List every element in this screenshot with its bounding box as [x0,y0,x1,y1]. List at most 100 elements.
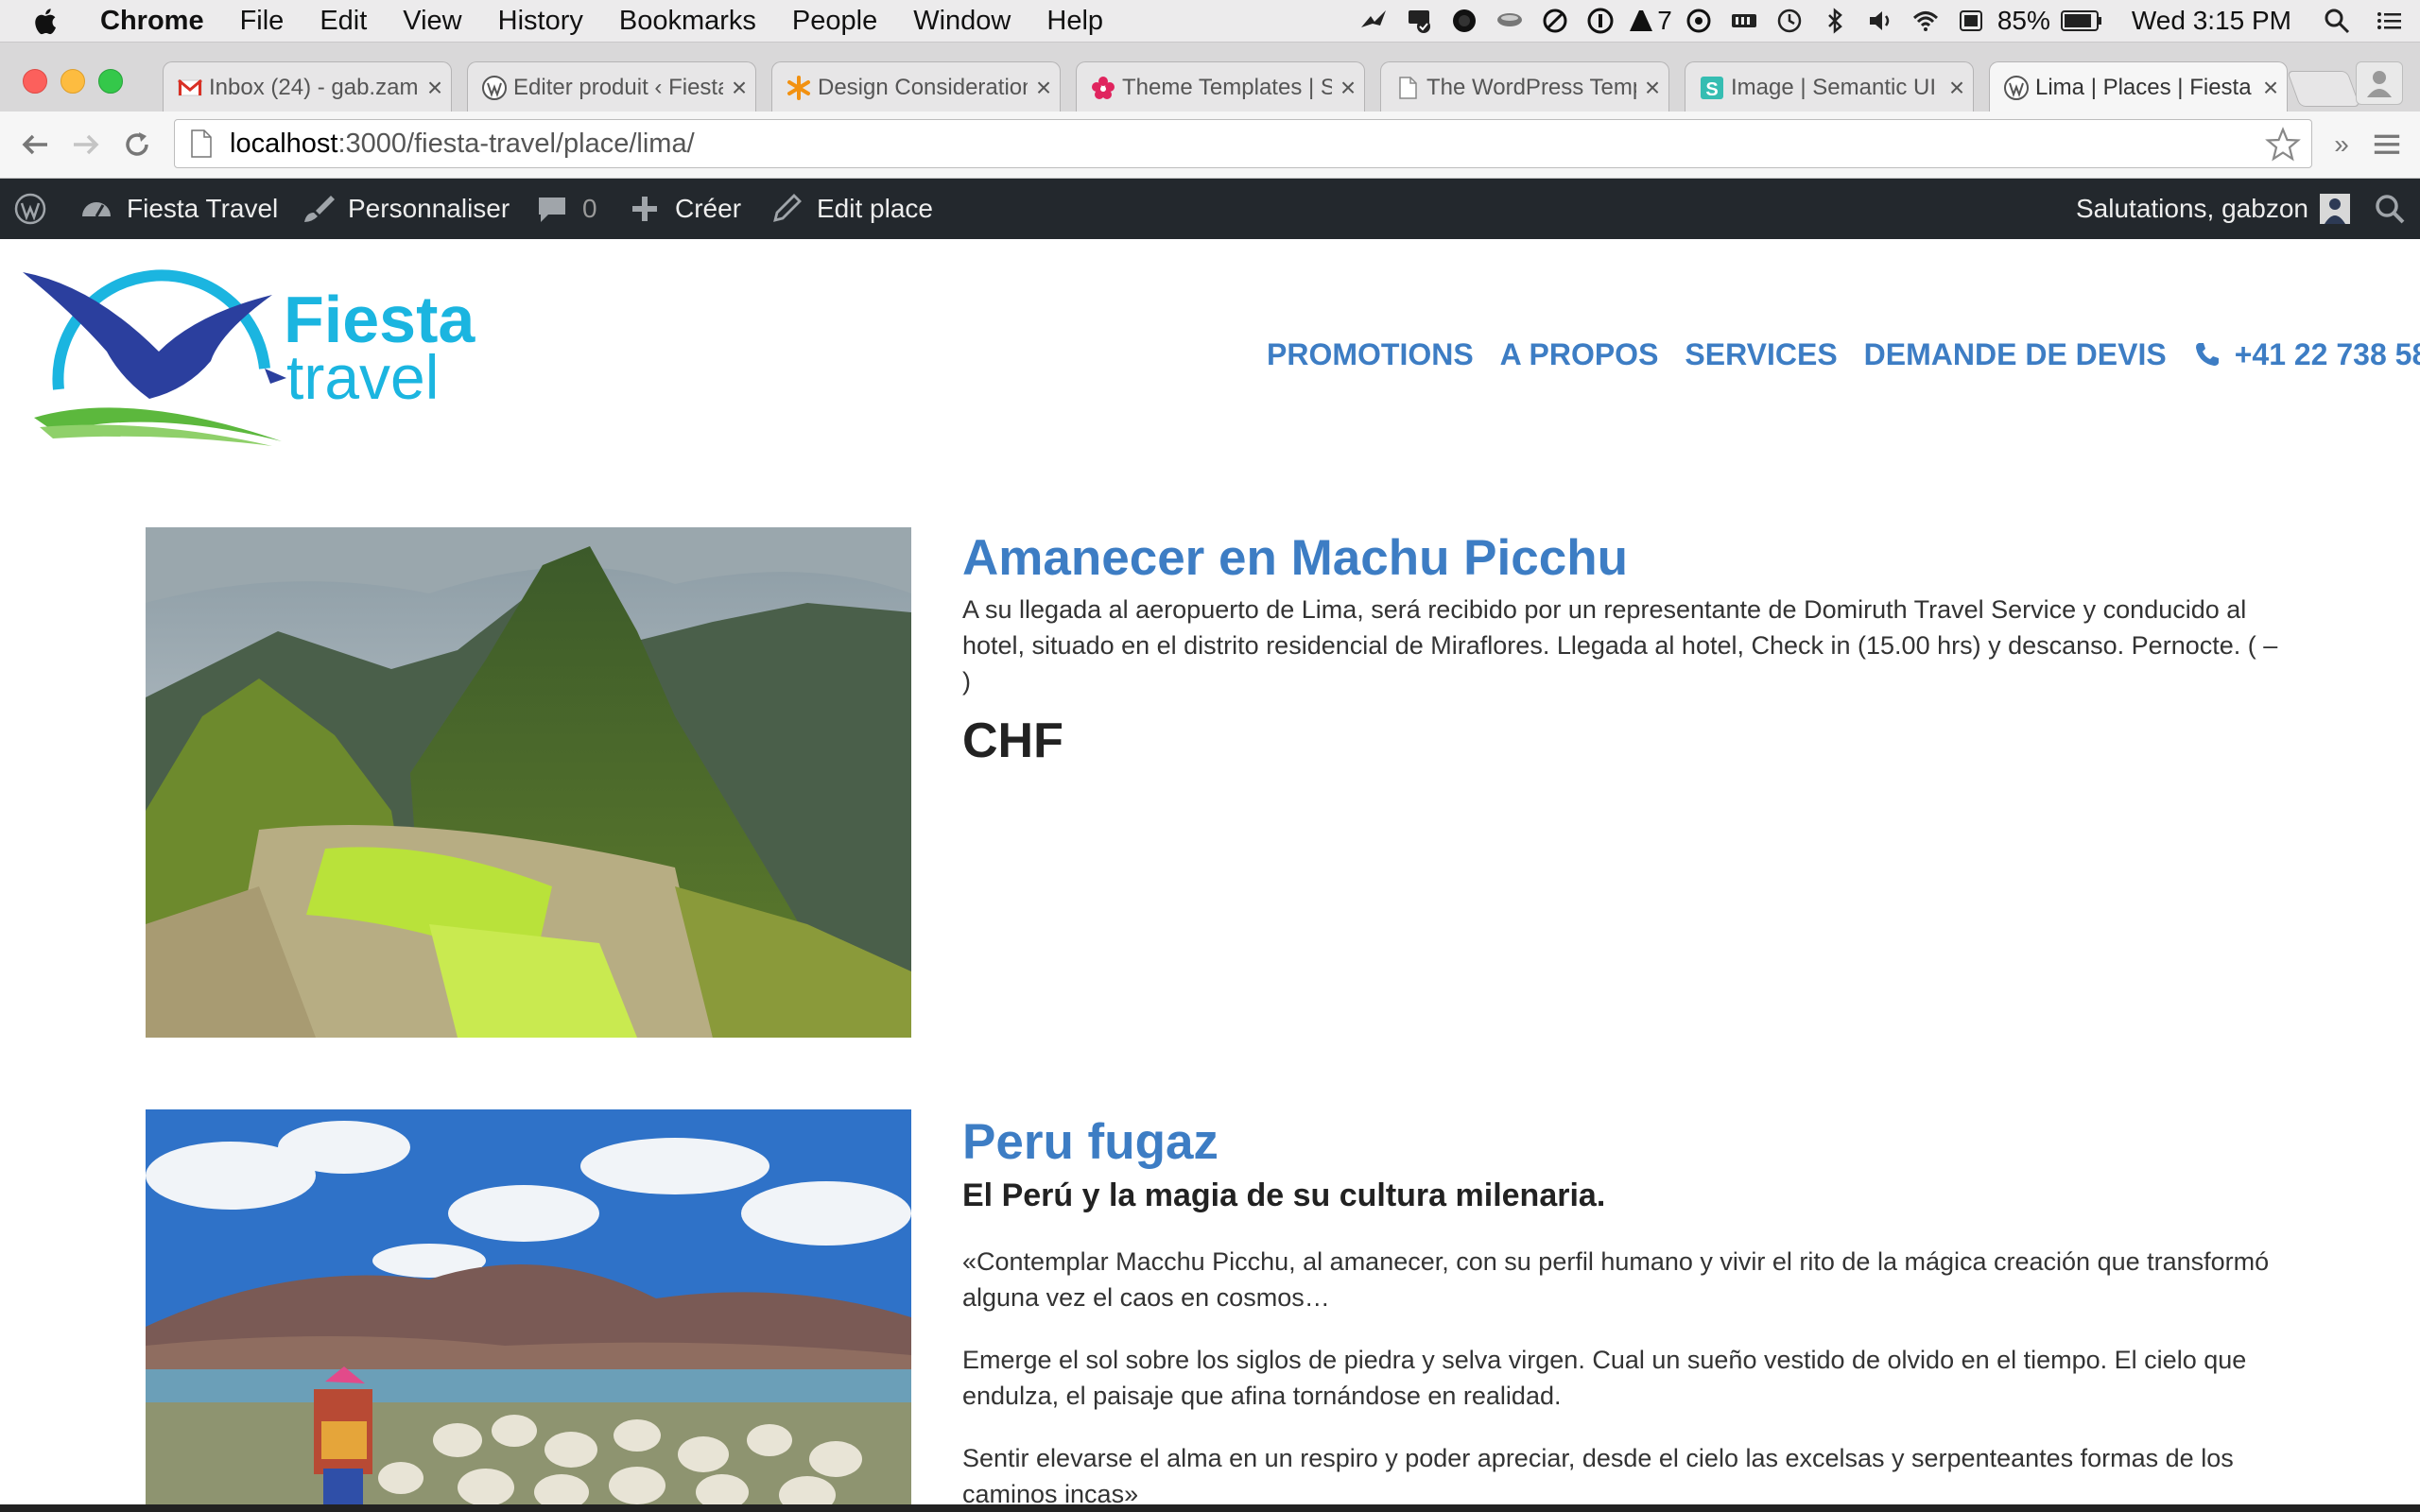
reload-button[interactable] [115,123,159,166]
browser-tab-semantic-ui[interactable]: S Image | Semantic UI × [1685,61,1974,112]
browser-tab-lima-active[interactable]: Lima | Places | Fiesta × [1989,61,2288,112]
window-minimize-button[interactable] [60,69,85,94]
close-tab-icon[interactable]: × [419,73,451,103]
apple-menu-icon[interactable] [32,0,89,42]
place-image-peru-fugaz[interactable] [146,1109,911,1504]
tab-title: Inbox (24) - gab.zam [209,74,419,100]
menu-edit[interactable]: Edit [320,0,367,42]
bluetooth-icon[interactable] [1816,0,1854,42]
battery-percent: 85% [1996,6,2050,35]
nav-promotions[interactable]: PROMOTIONS [1267,337,1474,372]
flower-icon [1090,75,1116,101]
dashboard-icon [82,202,111,217]
profile-avatar-icon[interactable] [2356,61,2403,105]
menu-bookmarks[interactable]: Bookmarks [619,0,756,42]
menu-window[interactable]: Window [913,0,1011,42]
bird-icon[interactable] [1355,0,1392,42]
browser-tab-theme-templates[interactable]: Theme Templates | S × [1076,61,1365,112]
browser-tab-design[interactable]: Design Consideration × [771,61,1061,112]
semantic-ui-icon: S [1699,75,1725,101]
time-machine-icon[interactable] [1771,0,1808,42]
nav-services[interactable]: SERVICES [1685,337,1837,372]
page-icon [182,125,220,163]
clock[interactable]: Wed 3:15 PM [2132,0,2291,42]
url-text[interactable]: localhost:3000/fiesta-travel/place/lima/ [230,129,695,160]
wp-new-content[interactable]: Créer [628,179,741,239]
window-zoom-button[interactable] [98,69,123,94]
place-title[interactable]: Amanecer en Machu Picchu [962,529,1628,587]
wp-logo-menu[interactable] [13,179,60,239]
browser-tab-edit-product[interactable]: Editer produit ‹ Fiesta × [467,61,756,112]
menu-file[interactable]: File [240,0,285,42]
menu-app-chrome[interactable]: Chrome [100,0,204,42]
back-button[interactable] [13,123,57,166]
spotlight-search-icon[interactable] [2318,0,2356,42]
browser-tab-wordpress-template[interactable]: The WordPress Templ × [1380,61,1669,112]
nav-a-propos[interactable]: A PROPOS [1500,337,1659,372]
keyboard-input-icon[interactable] [1952,0,1990,42]
tab-title: Design Consideration [818,74,1028,100]
place-description: A su llegada al aeropuerto de Lima, será… [962,595,2278,696]
place-paragraph: «Contemplar Macchu Picchu, al amanecer, … [962,1247,2270,1312]
nav-demande-de-devis[interactable]: DEMANDE DE DEVIS [1864,337,2167,372]
menu-help[interactable]: Help [1046,0,1103,42]
record-icon[interactable] [1445,0,1483,42]
memory-icon[interactable] [1725,0,1763,42]
close-tab-icon[interactable]: × [1636,73,1668,103]
wifi-icon[interactable] [1907,0,1945,42]
place-subtitle: El Perú y la magia de su cultura milenar… [962,1177,1606,1213]
chrome-menu-icon[interactable] [2365,123,2409,166]
wp-customize[interactable]: Personnaliser [301,179,510,239]
place-paragraph: Emerge el sol sobre los siglos de piedra… [962,1346,2247,1410]
adobe-icon[interactable]: 7 [1627,0,1672,42]
bowl-icon[interactable] [1491,0,1529,42]
sync-icon[interactable] [1680,0,1718,42]
tab-title: The WordPress Templ [1426,74,1636,100]
menu-history[interactable]: History [498,0,583,42]
comment-icon [539,198,565,222]
place-paragraph: Sentir elevarse el alma en un respiro y … [962,1444,2234,1508]
new-label: Créer [675,194,742,223]
extensions-overflow-button[interactable]: » [2327,123,2356,166]
tab-title: Editer produit ‹ Fiesta [513,74,723,100]
wp-comments[interactable]: 0 [535,179,597,239]
bookmark-star-icon[interactable] [2264,126,2302,163]
drive-check-icon[interactable] [1400,0,1438,42]
menu-view[interactable]: View [403,0,461,42]
volume-icon[interactable] [1861,0,1899,42]
wp-search-icon[interactable] [2373,179,2420,239]
browser-toolbar: localhost:3000/fiesta-travel/place/lima/… [0,112,2420,179]
place-price: CHF [962,713,1063,768]
status-area: 7 85% Wed 3:15 PM [1347,0,2420,42]
wp-edit-place[interactable]: Edit place [769,179,933,239]
block-icon[interactable] [1536,0,1574,42]
new-tab-button[interactable] [2287,71,2360,107]
wp-account-menu[interactable]: Salutations, gabzon [2076,179,2350,239]
place-image-machu-picchu[interactable] [146,527,911,1038]
wp-site-name[interactable]: Fiesta Travel [79,179,278,239]
browser-tab-gmail[interactable]: Inbox (24) - gab.zam × [163,61,452,112]
tab-title: Theme Templates | S [1122,74,1332,100]
plus-icon [632,197,657,221]
close-tab-icon[interactable]: × [1941,73,1973,103]
close-tab-icon[interactable]: × [2255,73,2287,103]
close-tab-icon[interactable]: × [1028,73,1060,103]
tab-title: Image | Semantic UI [1731,74,1936,100]
wordpress-icon [14,193,46,225]
menu-people[interactable]: People [792,0,877,42]
address-bar[interactable]: localhost:3000/fiesta-travel/place/lima/ [174,119,2312,168]
edit-place-label: Edit place [817,194,933,223]
asterisk-icon [786,75,812,101]
site-logo[interactable]: Fiesta travel [17,257,499,455]
close-tab-icon[interactable]: × [723,73,755,103]
site-name-label: Fiesta Travel [127,194,279,223]
battery-icon[interactable] [2058,0,2105,42]
notification-center-icon[interactable] [2371,0,2409,42]
place-title[interactable]: Peru fugaz [962,1113,1219,1171]
close-tab-icon[interactable]: × [1332,73,1364,103]
forward-button[interactable] [64,123,108,166]
password-icon[interactable] [1582,0,1619,42]
window-close-button[interactable] [23,69,47,94]
nav-phone[interactable]: +41 22 738 58 24 [2193,337,2420,372]
user-avatar [2319,194,2350,224]
